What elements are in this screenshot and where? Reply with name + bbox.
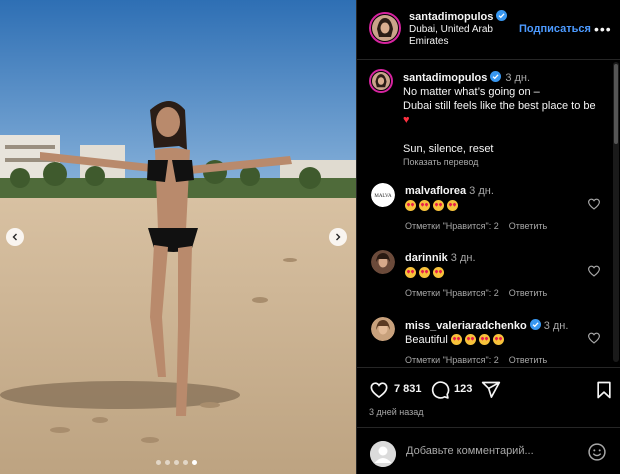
post-modal: santadimopulos Dubai, United Arab Emirat…	[0, 0, 620, 474]
comment-text: Beautiful	[405, 334, 507, 346]
carousel-prev-button[interactable]	[6, 228, 24, 246]
verified-badge-icon	[529, 319, 541, 330]
heart-eyes-emoji-icon	[419, 267, 430, 278]
carousel-dots	[156, 460, 197, 465]
caption-time: 3 дн.	[505, 72, 531, 84]
heart-eyes-emoji-icon	[492, 334, 504, 345]
commenter-username-text[interactable]: darinnik	[405, 252, 448, 264]
post-details-panel: santadimopulos Dubai, United Arab Emirat…	[356, 0, 620, 474]
carousel-dot	[165, 460, 170, 465]
comment-like-heart-icon[interactable]	[587, 264, 601, 278]
heart-eyes-emoji-icon	[433, 200, 444, 211]
comment-time: 3 дн.	[450, 252, 476, 264]
bookmark-icon[interactable]	[594, 380, 614, 400]
comments-count[interactable]: 123	[454, 383, 472, 395]
post-header: santadimopulos Dubai, United Arab Emirat…	[357, 0, 620, 60]
comment-meta: Отметки "Нравится": 2 Ответить	[405, 355, 557, 365]
follow-button[interactable]: Подписаться	[519, 23, 591, 35]
comment-reply-link[interactable]: Ответить	[509, 288, 547, 298]
add-comment-bar	[357, 427, 620, 474]
heart-eyes-emoji-icon	[447, 200, 458, 211]
commenter-username: malvaflorea 3 дн.	[405, 185, 494, 197]
carousel-dot	[183, 460, 188, 465]
comment-meta: Отметки "Нравится": 2 Ответить	[405, 221, 557, 231]
beach-photo-image	[0, 0, 356, 474]
author-avatar-image	[372, 15, 398, 41]
show-translation-link[interactable]: Показать перевод	[403, 157, 478, 167]
author-avatar[interactable]	[369, 12, 401, 44]
commenter-avatar[interactable]	[371, 317, 395, 341]
commenter-username: darinnik 3 дн.	[405, 252, 476, 264]
comment-time: 3 дн.	[543, 320, 569, 332]
comment-row: miss_valeriaradchenko 3 дн. Beautiful Отме…	[357, 315, 607, 367]
scrollbar-thumb[interactable]	[614, 64, 618, 144]
comment-text	[405, 200, 461, 212]
caption-text: No matter what’s going on – Dubai still …	[403, 85, 603, 127]
comments-scroll-area[interactable]: santadimopulos 3 дн. No matter what’s goi…	[357, 61, 620, 367]
commenter-avatar[interactable]	[371, 250, 395, 274]
comment-reply-link[interactable]: Ответить	[509, 221, 547, 231]
comment-row: darinnik 3 дн. Отметки "Нравится": 2 Ответи…	[357, 248, 607, 308]
heart-eyes-emoji-icon	[419, 200, 430, 211]
verified-badge-icon	[496, 10, 508, 21]
heart-eyes-emoji-icon	[450, 334, 462, 345]
carousel-dot	[174, 460, 179, 465]
comment-icon[interactable]	[430, 380, 450, 400]
likes-count[interactable]: 7 831	[394, 383, 422, 395]
carousel-dot	[156, 460, 161, 465]
comment-reply-link[interactable]: Ответить	[509, 355, 547, 365]
comment-avatar-image: MALVA	[371, 183, 395, 207]
comment-text-content: Beautiful	[405, 334, 448, 346]
share-icon[interactable]	[481, 380, 501, 400]
default-avatar-icon	[370, 441, 396, 467]
comment-avatar-image	[371, 250, 395, 274]
add-comment-input[interactable]	[406, 445, 586, 457]
heart-emoji-icon: ♥	[403, 114, 410, 126]
caption-line-3: Sun, silence, reset	[403, 143, 494, 155]
comment-like-heart-icon[interactable]	[587, 331, 601, 345]
author-username-text[interactable]: santadimopulos	[409, 11, 493, 23]
commenter-username: miss_valeriaradchenko 3 дн.	[405, 319, 568, 332]
caption-author-avatar[interactable]	[369, 69, 393, 93]
chevron-left-icon	[12, 233, 17, 241]
caption-line-2: Dubai still feels like the best place to…	[403, 100, 596, 112]
comment-like-heart-icon[interactable]	[587, 197, 601, 211]
heart-eyes-emoji-icon	[405, 200, 416, 211]
caption-line-1: No matter what’s going on –	[403, 86, 540, 98]
heart-eyes-emoji-icon	[478, 334, 490, 345]
heart-eyes-emoji-icon	[433, 267, 444, 278]
carousel-dot	[192, 460, 197, 465]
caption-username-text[interactable]: santadimopulos	[403, 72, 487, 84]
comment-likes-link[interactable]: Отметки "Нравится": 2	[405, 221, 499, 231]
post-location[interactable]: Dubai, United Arab Emirates	[409, 24, 519, 48]
comment-likes-link[interactable]: Отметки "Нравится": 2	[405, 355, 499, 365]
comment-time: 3 дн.	[469, 185, 494, 197]
comment-likes-link[interactable]: Отметки "Нравится": 2	[405, 288, 499, 298]
current-user-avatar[interactable]	[370, 441, 396, 467]
smiley-icon[interactable]	[587, 442, 607, 462]
commenter-username-text[interactable]: miss_valeriaradchenko	[405, 320, 527, 332]
carousel-next-button[interactable]	[329, 228, 347, 246]
author-username[interactable]: santadimopulos	[409, 10, 508, 23]
comment-meta: Отметки "Нравится": 2 Ответить	[405, 288, 557, 298]
more-options-button[interactable]: •••	[594, 21, 612, 37]
commenter-avatar[interactable]: MALVA	[371, 183, 395, 207]
commenter-username-text[interactable]: malvaflorea	[405, 185, 466, 197]
post-actions: 7 831 123 3 дней назад	[357, 367, 620, 427]
comment-avatar-image	[371, 317, 395, 341]
heart-eyes-emoji-icon	[464, 334, 476, 345]
heart-icon[interactable]	[369, 380, 389, 400]
comment-row: MALVA malvaflorea 3 дн. Отметки "Нравится":…	[357, 181, 607, 241]
post-timestamp: 3 дней назад	[369, 407, 424, 417]
avatar-logo-text: MALVA	[374, 194, 392, 199]
comment-text	[405, 267, 447, 279]
post-photo[interactable]	[0, 0, 356, 474]
chevron-right-icon	[336, 233, 341, 241]
heart-eyes-emoji-icon	[405, 267, 416, 278]
caption-avatar-image	[372, 72, 390, 90]
caption-username: santadimopulos 3 дн.	[403, 71, 530, 84]
verified-badge-icon	[490, 71, 502, 82]
